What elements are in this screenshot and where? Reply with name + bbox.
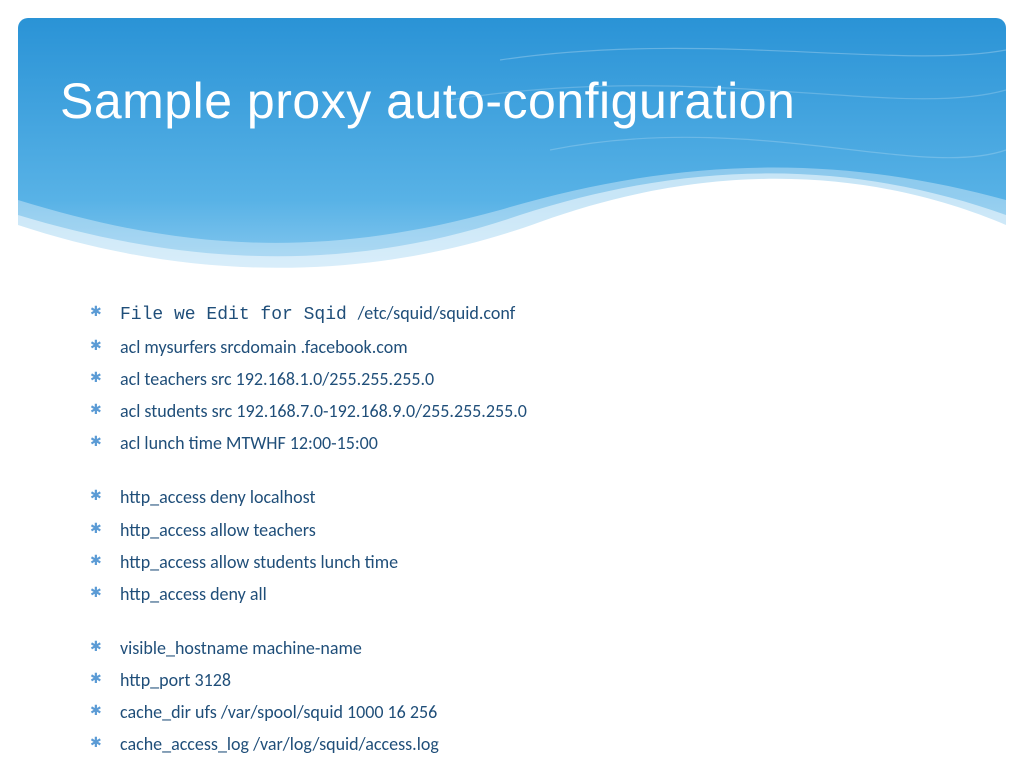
config-text: acl mysurfers srcdomain .facebook.com (120, 336, 408, 358)
bullet-icon: ✱ (90, 368, 102, 388)
config-line: ✱ acl mysurfers srcdomain .facebook.com (90, 334, 950, 360)
config-text: acl lunch time MTWHF 12:00-15:00 (120, 432, 378, 454)
bullet-icon: ✱ (90, 400, 102, 420)
config-text-mono: File we Edit for Sqid (120, 305, 358, 325)
wave-graphic (0, 0, 1024, 280)
bullet-icon: ✱ (90, 486, 102, 506)
config-line: ✱ http_access allow teachers (90, 517, 950, 543)
config-text: cache_dir ufs /var/spool/squid 1000 16 2… (120, 701, 437, 723)
config-text: http_access deny localhost (120, 486, 316, 508)
bullet-icon: ✱ (90, 583, 102, 603)
bullet-icon: ✱ (90, 336, 102, 356)
config-text: acl students src 192.168.7.0-192.168.9.0… (120, 400, 527, 422)
config-text: cache_access_log /var/log/squid/access.l… (120, 733, 439, 755)
slide-header-wave (0, 0, 1024, 280)
bullet-icon: ✱ (90, 551, 102, 571)
config-line: ✱ http_access deny localhost (90, 484, 950, 510)
bullet-icon: ✱ (90, 637, 102, 657)
config-text: http_access allow teachers (120, 519, 316, 541)
config-line: ✱ http_port 3128 (90, 667, 950, 693)
bullet-icon: ✱ (90, 733, 102, 753)
bullet-icon: ✱ (90, 701, 102, 721)
bullet-icon: ✱ (90, 302, 102, 322)
blank-line (90, 613, 950, 635)
config-line: ✱ cache_access_log /var/log/squid/access… (90, 731, 950, 757)
config-text: http_access deny all (120, 583, 267, 605)
config-text: /etc/squid/squid.conf (358, 302, 516, 324)
bullet-icon: ✱ (90, 519, 102, 539)
config-text: visible_hostname machine-name (120, 637, 362, 659)
config-text: http_access allow students lunch time (120, 551, 398, 573)
config-line: ✱ acl teachers src 192.168.1.0/255.255.2… (90, 366, 950, 392)
config-line: ✱ acl lunch time MTWHF 12:00-15:00 (90, 430, 950, 456)
bullet-icon: ✱ (90, 432, 102, 452)
config-line: ✱ http_access deny all (90, 581, 950, 607)
config-line: ✱ acl students src 192.168.7.0-192.168.9… (90, 398, 950, 424)
slide-body: ✱ File we Edit for Sqid /etc/squid/squid… (90, 300, 950, 763)
config-line: ✱ File we Edit for Sqid /etc/squid/squid… (90, 300, 950, 328)
config-text: http_port 3128 (120, 669, 231, 691)
config-line: ✱ http_access allow students lunch time (90, 549, 950, 575)
config-line: ✱ cache_dir ufs /var/spool/squid 1000 16… (90, 699, 950, 725)
config-line: ✱ visible_hostname machine-name (90, 635, 950, 661)
blank-line (90, 462, 950, 484)
config-text: acl teachers src 192.168.1.0/255.255.255… (120, 368, 434, 390)
slide-title: Sample proxy auto-configuration (60, 72, 795, 130)
bullet-icon: ✱ (90, 669, 102, 689)
